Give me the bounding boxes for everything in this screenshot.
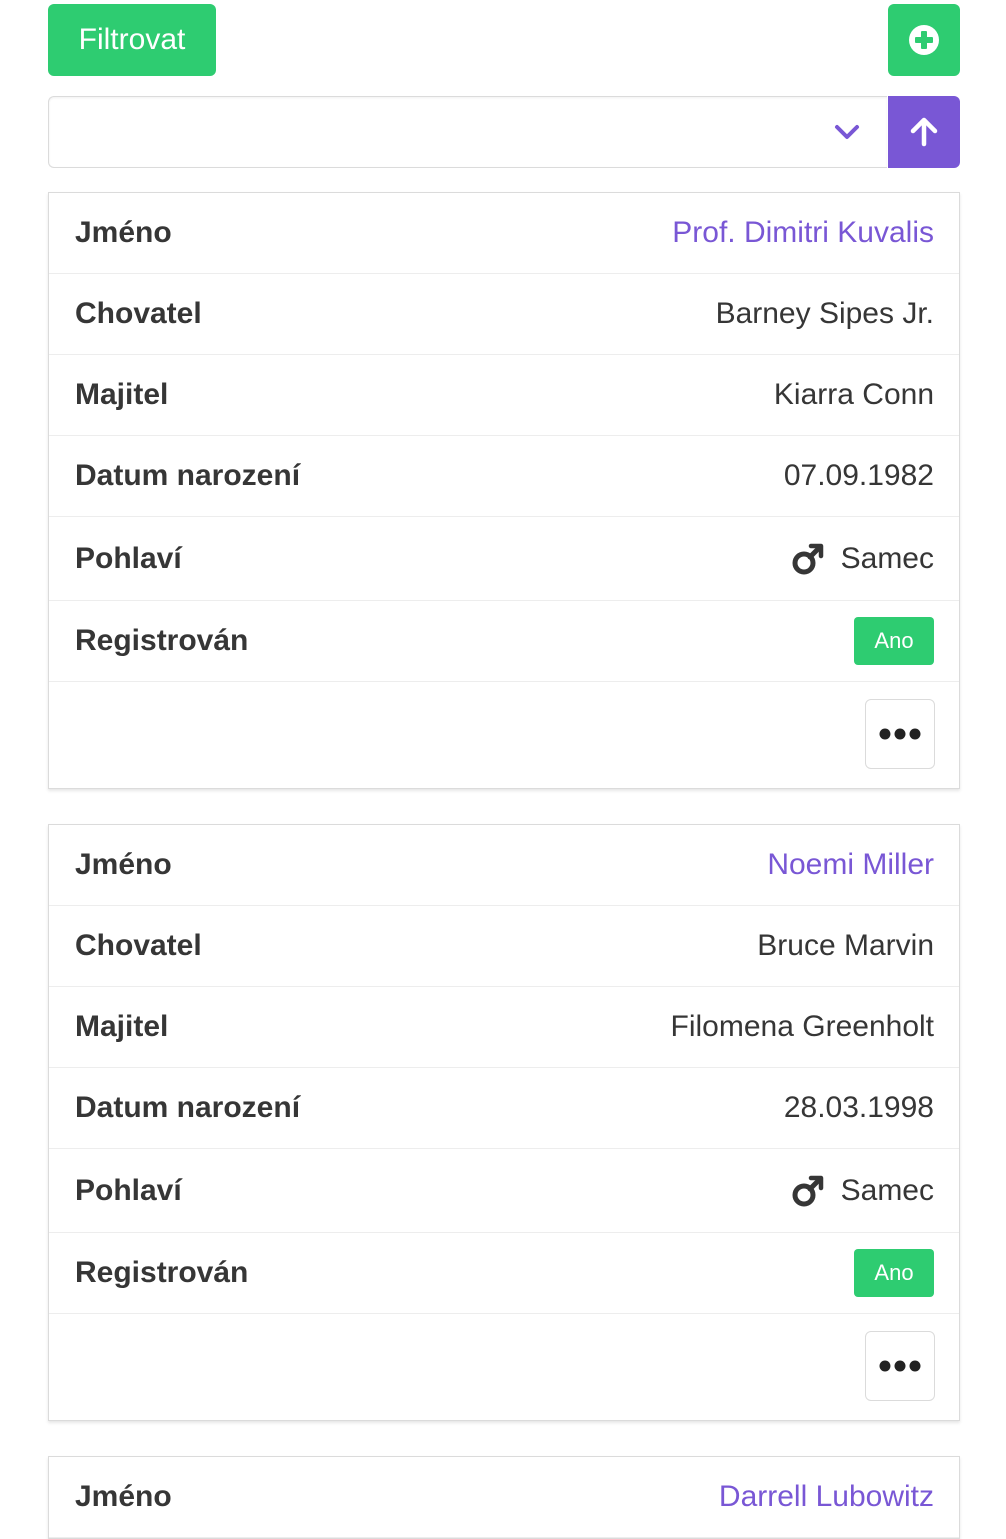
card-actions <box>49 682 959 788</box>
label-name: Jméno <box>75 216 172 249</box>
owner-value: Filomena Greenholt <box>670 1010 934 1043</box>
label-name: Jméno <box>75 1480 172 1513</box>
male-symbol-icon <box>792 543 823 574</box>
filter-button[interactable]: Filtrovat <box>48 4 216 76</box>
sex-value: Samec <box>791 1174 934 1208</box>
sex-value: Samec <box>791 542 934 576</box>
ellipsis-icon <box>879 1360 921 1372</box>
sort-direction-button[interactable] <box>888 96 960 168</box>
label-sex: Pohlaví <box>75 1173 182 1207</box>
label-birth-date: Datum narození <box>75 459 301 492</box>
add-button[interactable] <box>888 4 960 76</box>
animal-name-link[interactable]: Noemi Miller <box>767 848 934 882</box>
animal-card: Jméno Darrell Lubowitz <box>48 1456 960 1539</box>
more-actions-button[interactable] <box>865 699 935 769</box>
label-breeder: Chovatel <box>75 297 202 330</box>
more-actions-button[interactable] <box>865 1331 935 1401</box>
label-birth-date: Datum narození <box>75 1091 301 1124</box>
row-owner: Majitel Kiarra Conn <box>49 355 959 436</box>
label-sex: Pohlaví <box>75 541 182 575</box>
breeder-value: Bruce Marvin <box>757 929 934 962</box>
row-sex: Pohlaví Samec <box>49 517 959 601</box>
label-breeder: Chovatel <box>75 929 202 962</box>
owner-value: Kiarra Conn <box>773 378 934 411</box>
row-breeder: Chovatel Barney Sipes Jr. <box>49 274 959 355</box>
label-name: Jméno <box>75 848 172 881</box>
registered-badge: Ano <box>854 617 934 665</box>
row-breeder: Chovatel Bruce Marvin <box>49 906 959 987</box>
row-birth-date: Datum narození 07.09.1982 <box>49 436 959 517</box>
label-registered: Registrován <box>75 624 249 657</box>
row-owner: Majitel Filomena Greenholt <box>49 987 959 1068</box>
animal-card: Jméno Noemi Miller Chovatel Bruce Marvin… <box>48 824 960 1421</box>
row-registered: Registrován Ano <box>49 1233 959 1314</box>
card-actions <box>49 1314 959 1420</box>
label-owner: Majitel <box>75 378 169 411</box>
row-name: Jméno Noemi Miller <box>49 825 959 906</box>
birth-date-value: 28.03.1998 <box>783 1091 934 1124</box>
plus-circle-icon <box>909 25 939 55</box>
arrow-up-icon <box>910 117 938 147</box>
birth-date-value: 07.09.1982 <box>783 459 934 492</box>
sex-text: Samec <box>840 541 934 575</box>
sort-bar <box>48 96 960 168</box>
sort-select[interactable] <box>48 96 887 168</box>
registered-badge: Ano <box>854 1249 934 1297</box>
chevron-down-icon <box>835 125 859 139</box>
label-registered: Registrován <box>75 1256 249 1289</box>
row-sex: Pohlaví Samec <box>49 1149 959 1233</box>
animal-name-link[interactable]: Darrell Lubowitz <box>719 1480 934 1514</box>
male-symbol-icon <box>792 1175 823 1206</box>
animal-card: Jméno Prof. Dimitri Kuvalis Chovatel Bar… <box>48 192 960 789</box>
row-name: Jméno Prof. Dimitri Kuvalis <box>49 193 959 274</box>
sex-text: Samec <box>840 1173 934 1207</box>
row-birth-date: Datum narození 28.03.1998 <box>49 1068 959 1149</box>
breeder-value: Barney Sipes Jr. <box>715 297 934 330</box>
animal-name-link[interactable]: Prof. Dimitri Kuvalis <box>672 216 934 250</box>
row-registered: Registrován Ano <box>49 601 959 682</box>
row-name: Jméno Darrell Lubowitz <box>49 1457 959 1538</box>
toolbar: Filtrovat <box>48 4 960 76</box>
ellipsis-icon <box>879 728 921 740</box>
label-owner: Majitel <box>75 1010 169 1043</box>
